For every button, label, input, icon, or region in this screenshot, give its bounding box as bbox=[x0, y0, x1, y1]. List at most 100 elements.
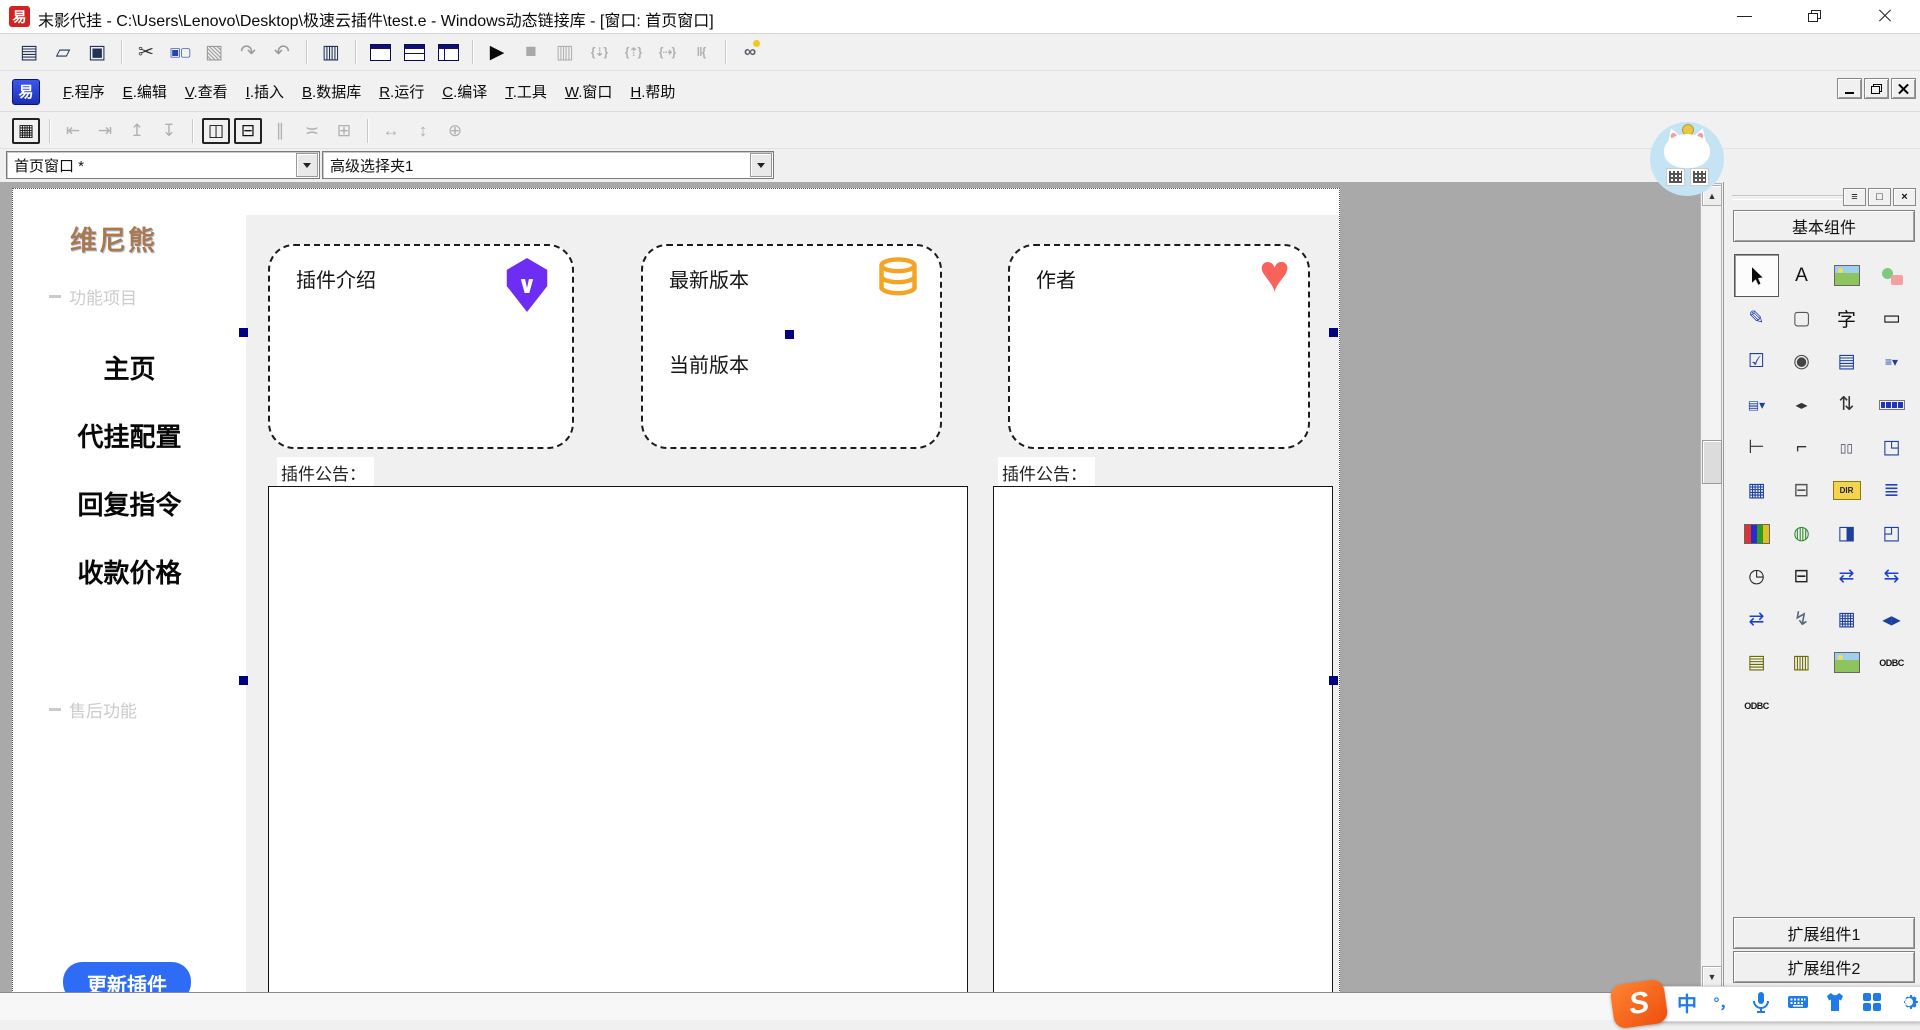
progress-bar-icon[interactable] bbox=[1869, 383, 1914, 426]
grid-toggle-button[interactable]: ▦ bbox=[12, 118, 40, 144]
edit-line-icon[interactable]: ⊟ bbox=[1779, 469, 1824, 512]
skin-shirt-button[interactable] bbox=[1820, 987, 1850, 1017]
chinese-mode-button[interactable]: 中 bbox=[1672, 987, 1702, 1017]
basic-components-button[interactable]: 基本组件 bbox=[1733, 210, 1915, 242]
menu-i[interactable]: I.插入 bbox=[237, 77, 293, 106]
form-nav-item[interactable]: 收款价格 bbox=[13, 553, 246, 590]
form-nav-item[interactable]: 回复指令 bbox=[13, 485, 246, 522]
snap-to-grid-button[interactable]: ⊞ bbox=[330, 118, 358, 144]
toolbox-menu-button[interactable]: ≡ bbox=[1843, 188, 1866, 206]
window-selector[interactable]: 首页窗口 * bbox=[6, 151, 320, 179]
find-debug-button[interactable]: ∞ bbox=[735, 38, 765, 66]
mdi-close-button[interactable] bbox=[1891, 78, 1916, 99]
edit-box-icon[interactable]: ▭ bbox=[1869, 297, 1914, 340]
shape-component-icon[interactable] bbox=[1869, 254, 1914, 297]
open-file-button[interactable]: ▱ bbox=[48, 38, 78, 66]
announce-box-right[interactable] bbox=[993, 486, 1333, 992]
menu-b[interactable]: B.数据库 bbox=[293, 77, 370, 106]
new-file-button[interactable]: ▤ bbox=[14, 38, 44, 66]
restore-button[interactable] bbox=[1785, 0, 1843, 32]
align-left-button[interactable]: ⇤ bbox=[59, 118, 87, 144]
undo-button[interactable]: ↶ bbox=[267, 38, 297, 66]
run-button[interactable]: ▶ bbox=[482, 38, 512, 66]
scrollbar-thumb[interactable] bbox=[1702, 440, 1722, 484]
internet-component-icon[interactable]: ◍ bbox=[1779, 512, 1824, 555]
table-grid-icon[interactable]: ▦ bbox=[1734, 469, 1779, 512]
stop-button[interactable]: ■ bbox=[516, 38, 546, 66]
animation-box-icon[interactable]: ▯▯ bbox=[1824, 426, 1869, 469]
apps-grid-button[interactable] bbox=[1857, 987, 1887, 1017]
form-nav-item[interactable]: 代挂配置 bbox=[13, 417, 246, 454]
card-author[interactable]: 作者 ♥ bbox=[1008, 244, 1310, 449]
step-out-button[interactable]: {⇢} bbox=[652, 38, 682, 66]
minimize-button[interactable] bbox=[1715, 0, 1773, 32]
window-frame-icon[interactable]: ▢ bbox=[1779, 297, 1824, 340]
toolbox-maximize-button[interactable]: □ bbox=[1868, 188, 1891, 206]
mdi-restore-button[interactable] bbox=[1864, 78, 1889, 99]
grip-handle[interactable] bbox=[1732, 195, 1844, 200]
vertical-scrollbar[interactable]: ▲ ▼ bbox=[1700, 183, 1722, 989]
draw-panel-icon[interactable]: ✎ bbox=[1734, 297, 1779, 340]
center-vertical-button[interactable]: ⊟ bbox=[234, 118, 262, 144]
menu-f[interactable]: F.程序 bbox=[54, 77, 114, 106]
debug-window-button[interactable]: ▥ bbox=[550, 38, 580, 66]
menu-h[interactable]: H.帮助 bbox=[621, 77, 684, 106]
keyboard-button[interactable] bbox=[1783, 987, 1813, 1017]
text-char-icon[interactable]: 字 bbox=[1824, 297, 1869, 340]
component-selector[interactable]: 高级选择夹1 bbox=[322, 151, 774, 179]
color-palette-icon[interactable] bbox=[1734, 512, 1779, 555]
list-box-icon[interactable]: ▤ bbox=[1824, 340, 1869, 383]
center-horizontal-button[interactable]: ◫ bbox=[202, 118, 230, 144]
update-plugin-button[interactable]: 更新插件 bbox=[63, 962, 191, 992]
printer-component-icon[interactable]: ⊟ bbox=[1779, 555, 1824, 598]
menu-r[interactable]: R.运行 bbox=[370, 77, 433, 106]
combo-box-icon[interactable]: ≡▾ bbox=[1869, 340, 1914, 383]
serial-port-icon[interactable]: ↯ bbox=[1779, 598, 1824, 641]
slider-bar-icon[interactable]: ⊢ bbox=[1734, 426, 1779, 469]
window-selector-dropdown-button[interactable] bbox=[296, 153, 318, 177]
redo-button[interactable]: ↷ bbox=[233, 38, 263, 66]
picture-box-icon[interactable] bbox=[1824, 254, 1869, 297]
image-box-icon[interactable] bbox=[1824, 641, 1869, 684]
selection-handle[interactable] bbox=[239, 328, 248, 337]
odbc-database-icon[interactable]: ODBC bbox=[1734, 684, 1779, 727]
step-over-button[interactable]: {⇣} bbox=[584, 38, 614, 66]
mdi-minimize-button[interactable] bbox=[1837, 78, 1862, 99]
file-database-icon[interactable]: ▤ bbox=[1734, 641, 1779, 684]
group-box-icon[interactable]: ⌐ bbox=[1779, 426, 1824, 469]
cut-button[interactable]: ✂ bbox=[131, 38, 161, 66]
window-normal-button[interactable] bbox=[365, 38, 395, 66]
scroll-down-button[interactable]: ▼ bbox=[1702, 966, 1722, 987]
menu-w[interactable]: W.窗口 bbox=[556, 77, 622, 106]
pause-button[interactable]: ‖{ bbox=[686, 38, 716, 66]
hscroll-bar-icon[interactable]: ◂▸ bbox=[1779, 383, 1824, 426]
window-split-v-button[interactable] bbox=[433, 38, 463, 66]
align-bottom-button[interactable]: ↧ bbox=[155, 118, 183, 144]
extension-components-1-button[interactable]: 扩展组件1 bbox=[1733, 917, 1915, 949]
check-box-icon[interactable]: ☑ bbox=[1734, 340, 1779, 383]
same-height-button[interactable]: ↕ bbox=[409, 118, 437, 144]
selection-handle[interactable] bbox=[239, 676, 248, 685]
space-equal-h-button[interactable]: ∥ bbox=[266, 118, 294, 144]
card-plugin-intro[interactable]: 插件介绍 ∨ bbox=[268, 244, 574, 449]
memory-database-icon[interactable]: ▥ bbox=[1779, 641, 1824, 684]
checklist-box-icon[interactable]: ▤▾ bbox=[1734, 383, 1779, 426]
data-grid-icon[interactable]: ▦ bbox=[1824, 598, 1869, 641]
close-button[interactable] bbox=[1856, 0, 1914, 32]
step-into-button[interactable]: {⇡} bbox=[618, 38, 648, 66]
copy-button[interactable]: ▣▢ bbox=[165, 38, 195, 66]
card-version[interactable]: 最新版本 当前版本 bbox=[641, 244, 942, 449]
menu-v[interactable]: V.查看 bbox=[176, 77, 237, 106]
menu-e[interactable]: E.编辑 bbox=[114, 77, 176, 106]
toolbox-close-button[interactable]: × bbox=[1893, 188, 1916, 206]
net-server-icon[interactable]: ⇆ bbox=[1869, 555, 1914, 598]
selection-handle[interactable] bbox=[1329, 676, 1338, 685]
rich-doc-icon[interactable]: ≣ bbox=[1869, 469, 1914, 512]
clock-timer-icon[interactable]: ◷ bbox=[1734, 555, 1779, 598]
dir-list-icon[interactable]: DIR bbox=[1824, 469, 1869, 512]
radio-button-icon[interactable]: ◉ bbox=[1779, 340, 1824, 383]
net-client-icon[interactable]: ⇄ bbox=[1824, 555, 1869, 598]
window-split-h-button[interactable] bbox=[399, 38, 429, 66]
view-code-button[interactable]: ▥ bbox=[316, 38, 346, 66]
form-design-canvas[interactable]: 维尼熊 功能项目 主页代挂配置回复指令收款价格 售后功能 更新插件 插件介绍 ∨… bbox=[12, 188, 1340, 992]
